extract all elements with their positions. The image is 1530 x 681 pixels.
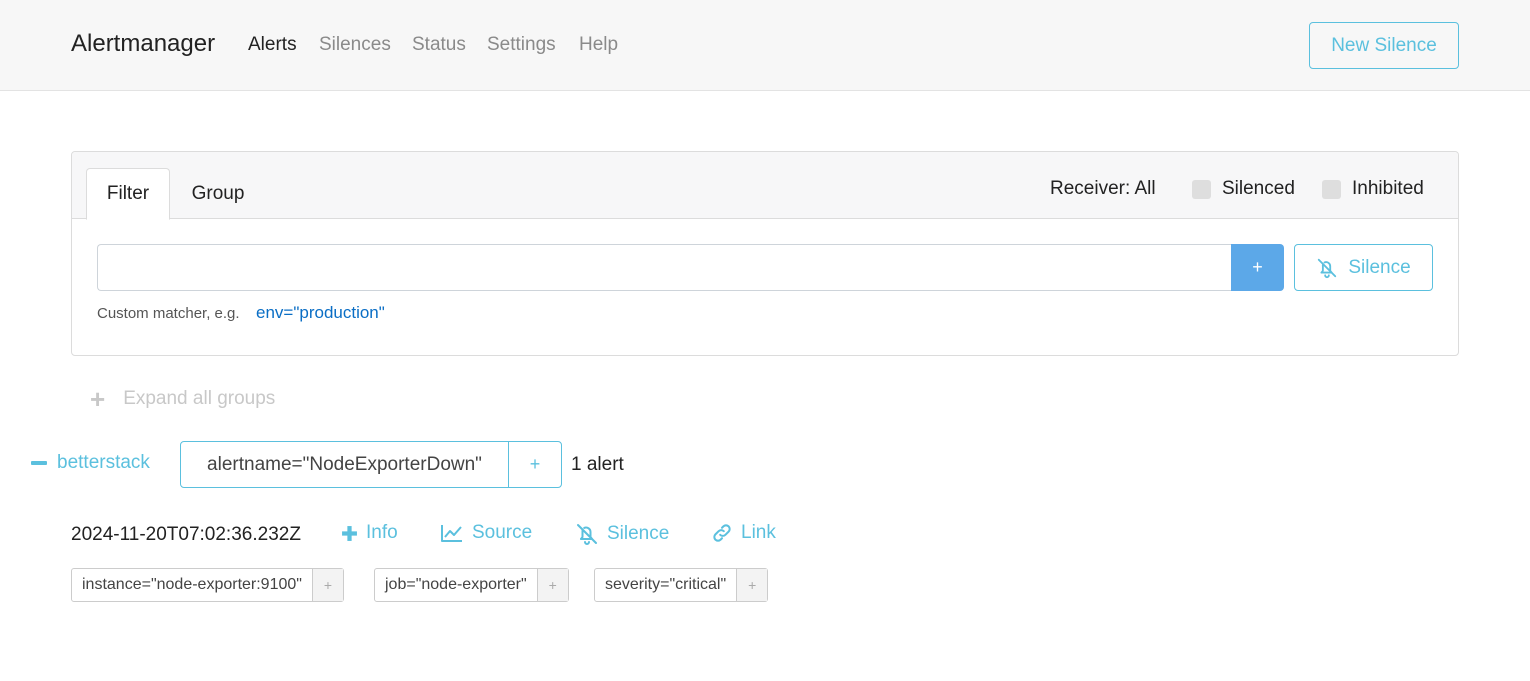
inhibited-checkbox-row[interactable]: Inhibited xyxy=(1322,178,1424,200)
alert-label-chip: instance="node-exporter:9100" + xyxy=(71,568,344,602)
group-collapse-toggle[interactable]: betterstack xyxy=(31,452,150,474)
plus-icon: + xyxy=(90,384,106,414)
alert-label-text[interactable]: severity="critical" xyxy=(595,569,738,601)
top-navbar: Alertmanager Alerts Silences Status Sett… xyxy=(0,0,1530,91)
group-label-chip: alertname="NodeExporterDown" + xyxy=(180,441,562,488)
alert-label-text[interactable]: instance="node-exporter:9100" xyxy=(72,569,313,601)
plus-icon xyxy=(342,525,357,541)
nav-silences[interactable]: Silences xyxy=(319,34,391,56)
matcher-hint: Custom matcher, e.g. xyxy=(97,305,240,322)
inhibited-checkbox[interactable] xyxy=(1322,179,1341,199)
inhibited-label: Inhibited xyxy=(1352,178,1424,199)
alert-link-label: Link xyxy=(741,522,776,543)
silenced-checkbox[interactable] xyxy=(1192,179,1211,199)
alert-label-chip: job="node-exporter" + xyxy=(374,568,569,602)
nav-settings[interactable]: Settings xyxy=(487,34,556,56)
add-matcher-button[interactable]: + xyxy=(1231,244,1284,291)
tab-group[interactable]: Group xyxy=(182,168,254,220)
nav-help[interactable]: Help xyxy=(579,34,618,56)
new-silence-button[interactable]: New Silence xyxy=(1309,22,1459,69)
alert-label-chip: severity="critical" + xyxy=(594,568,769,602)
alert-timestamp: 2024-11-20T07:02:36.232Z xyxy=(71,524,301,545)
chart-line-icon xyxy=(441,525,462,542)
alert-info-label: Info xyxy=(366,522,398,543)
alert-label-add-button[interactable]: + xyxy=(312,569,343,601)
expand-all-groups-button[interactable]: + Expand all groups xyxy=(90,386,275,412)
alert-source-button[interactable]: Source xyxy=(440,522,532,544)
alert-count: 1 alert xyxy=(571,454,624,475)
expand-all-label: Expand all groups xyxy=(123,388,276,409)
brand-logo-text[interactable]: Alertmanager xyxy=(71,30,215,58)
silence-filter-label: Silence xyxy=(1348,256,1411,278)
bell-slash-icon xyxy=(1318,258,1337,278)
receiver-selector[interactable]: Receiver: All xyxy=(1050,178,1156,200)
nav-alerts[interactable]: Alerts xyxy=(248,34,297,56)
tab-filter[interactable]: Filter xyxy=(86,168,170,220)
alert-silence-label: Silence xyxy=(607,523,670,544)
alert-info-button[interactable]: Info xyxy=(341,522,398,544)
minus-icon xyxy=(31,461,47,465)
filter-card: Filter Group Receiver: All Silenced Inhi… xyxy=(71,151,1459,356)
matcher-example-link[interactable]: env="production" xyxy=(256,303,385,323)
filter-card-header: Filter Group Receiver: All Silenced Inhi… xyxy=(72,152,1458,220)
alert-silence-button[interactable]: Silence xyxy=(575,522,669,546)
alert-source-label: Source xyxy=(472,522,533,543)
matcher-input[interactable] xyxy=(97,244,1232,291)
group-receiver-name: betterstack xyxy=(57,452,150,473)
bell-slash-icon xyxy=(577,524,597,545)
silenced-label: Silenced xyxy=(1222,178,1295,199)
group-label-text[interactable]: alertname="NodeExporterDown" xyxy=(181,442,509,487)
group-label-add-button[interactable]: + xyxy=(509,442,561,487)
link-icon xyxy=(713,524,731,542)
nav-status[interactable]: Status xyxy=(412,34,466,56)
alert-label-add-button[interactable]: + xyxy=(537,569,568,601)
alert-label-text[interactable]: job="node-exporter" xyxy=(375,569,538,601)
silence-filter-button[interactable]: Silence xyxy=(1294,244,1433,291)
silenced-checkbox-row[interactable]: Silenced xyxy=(1192,178,1295,200)
alert-link-button[interactable]: Link xyxy=(711,522,776,544)
alert-label-add-button[interactable]: + xyxy=(737,569,768,601)
